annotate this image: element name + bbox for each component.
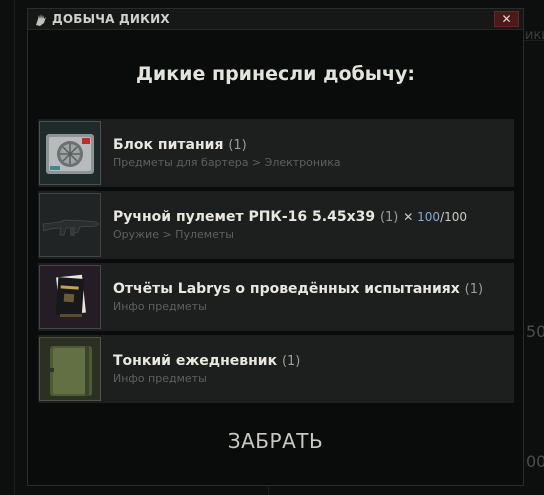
item-name: Отчёты Labrys о проведённых испытаниях (… (113, 281, 483, 297)
window-title: ДОБЫЧА ДИКИХ (52, 12, 170, 26)
labrys-report-icon (39, 265, 101, 329)
take-button[interactable]: ЗАБРАТЬ (28, 429, 523, 453)
item-name: Тонкий ежедневник (1) (113, 353, 300, 369)
close-button[interactable]: ✕ (494, 11, 519, 27)
scav-loot-window: ДОБЫЧА ДИКИХ ✕ Дикие принесли добычу: Бл… (27, 8, 524, 486)
power-supply-icon (39, 121, 101, 185)
durability-indicator: ✕ 100/100 (403, 210, 467, 224)
item-name-text: Тонкий ежедневник (113, 353, 278, 369)
durability-max: /100 (440, 210, 468, 224)
item-count: (1) (464, 282, 484, 297)
item-count: (1) (281, 354, 301, 369)
item-count: (1) (379, 210, 399, 225)
item-name-text: Ручной пулемет РПК-16 5.45x39 (113, 209, 376, 225)
item-category: Инфо предметы (113, 372, 207, 385)
item-category: Предметы для бартера > Электроника (113, 156, 341, 169)
durability-current: 100 (417, 210, 441, 224)
background-text-fragment: 00 (526, 452, 544, 471)
rpk16-rifle-icon (39, 193, 101, 257)
item-category: Инфо предметы (113, 300, 207, 313)
item-name-text: Отчёты Labrys о проведённых испытаниях (113, 281, 460, 297)
window-titlebar[interactable]: ДОБЫЧА ДИКИХ ✕ (28, 9, 523, 30)
item-category: Оружие > Пулеметы (113, 228, 234, 241)
item-count: (1) (228, 138, 247, 153)
item-name: Блок питания (1) (113, 137, 247, 153)
list-item[interactable]: Ручной пулемет РПК-16 5.45x39 (1) ✕ 100/… (38, 191, 514, 259)
background-divider (14, 0, 15, 495)
list-item[interactable]: Отчёты Labrys о проведённых испытаниях (… (38, 263, 514, 331)
wrench-icon: ✕ (403, 210, 414, 224)
diary-icon (39, 337, 101, 401)
background-text-fragment: 50 (526, 322, 544, 341)
item-name: Ручной пулемет РПК-16 5.45x39 (1) ✕ 100/… (113, 209, 467, 225)
list-item[interactable]: Тонкий ежедневник (1) Инфо предметы (38, 335, 514, 403)
loot-item-list: Блок питания (1) Предметы для бартера > … (38, 119, 514, 407)
background-text-fragment: ики (525, 28, 544, 43)
background-divider (268, 486, 269, 495)
scav-hand-icon (34, 12, 48, 26)
item-name-text: Блок питания (113, 137, 224, 153)
list-item[interactable]: Блок питания (1) Предметы для бартера > … (38, 119, 514, 187)
loot-heading: Дикие принесли добычу: (136, 63, 415, 85)
